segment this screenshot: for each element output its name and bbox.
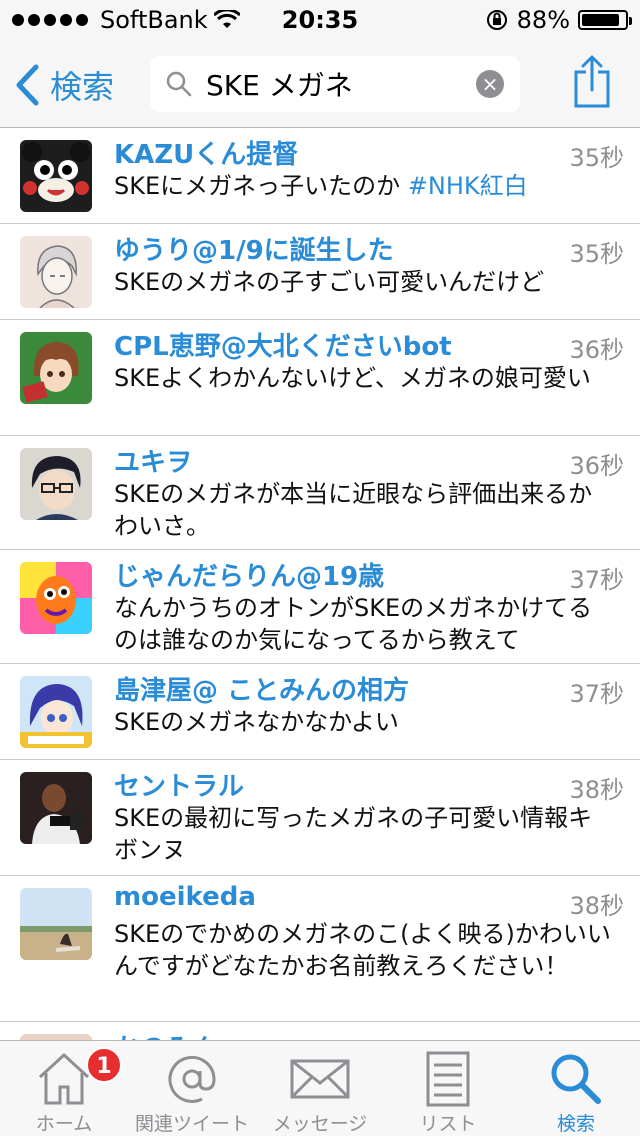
avatar[interactable] <box>20 140 92 212</box>
tweet-time: 35秒 <box>569 144 624 172</box>
envelope-icon <box>290 1059 350 1099</box>
tab-messages-label: メッセージ <box>272 1113 368 1135</box>
tab-lists[interactable]: リスト <box>384 1041 512 1137</box>
tweet-text: SKEよくわかんないけど、メガネの娘可愛い <box>114 364 591 392</box>
tab-home-label: ホーム <box>35 1113 93 1135</box>
notification-badge: 1 <box>86 1047 122 1083</box>
clear-search-button[interactable]: × <box>476 70 504 98</box>
share-button[interactable] <box>572 54 612 114</box>
tweet-list: KAZUくん提督 35秒 SKEにメガネっ子いたのか #NHK紅白 ゆうり@1/… <box>0 128 640 1106</box>
orientation-lock-icon <box>486 10 507 30</box>
avatar[interactable] <box>20 236 92 308</box>
avatar[interactable] <box>20 676 92 748</box>
tweet-author[interactable]: ゆうり@1/9に誕生した <box>114 230 394 267</box>
tweet-text: SKEの最初に写ったメガネの子可愛い情報キボンヌ <box>114 804 593 864</box>
tweet-row[interactable]: moeikeda 38秒 SKEのでかめのメガネのこ(よく映る)かわいいんですが… <box>0 876 640 1022</box>
home-icon <box>38 1052 90 1105</box>
search-icon <box>551 1054 601 1104</box>
tab-mentions[interactable]: 関連ツイート <box>128 1041 256 1137</box>
close-icon: × <box>481 72 499 96</box>
tweet-time: 38秒 <box>569 776 624 804</box>
tweet-author[interactable]: KAZUくん提督 <box>114 134 298 171</box>
tweet-row[interactable]: CPL恵野@大北くださいbot 36秒 SKEよくわかんないけど、メガネの娘可愛… <box>0 320 640 436</box>
back-button[interactable]: 検索 <box>14 62 114 108</box>
battery-percentage: 88% <box>516 6 570 34</box>
list-icon <box>426 1051 470 1107</box>
tweet-text: SKEにメガネっ子いたのか #NHK紅白 <box>114 170 614 202</box>
hashtag-link[interactable]: #NHK紅白 <box>408 172 528 200</box>
tab-home[interactable]: 1 ホーム <box>0 1041 128 1137</box>
tweet-author[interactable]: じゃんだらりん@19歳 <box>114 556 384 593</box>
search-bar: × <box>150 56 520 112</box>
at-sign-icon <box>168 1055 216 1103</box>
tweet-time: 37秒 <box>569 566 624 594</box>
tweet-text: なんかうちのオトンがSKEのメガネかけてるのは誰なのか気になってるから教えて <box>114 594 593 654</box>
avatar[interactable] <box>20 888 92 960</box>
search-input[interactable] <box>206 64 466 104</box>
navigation-bar: 検索 × <box>0 40 640 128</box>
tab-search-label: 検索 <box>556 1113 595 1135</box>
tweet-author[interactable]: 島津屋@ ことみんの相方 <box>114 670 409 707</box>
tweet-time: 35秒 <box>569 240 624 268</box>
avatar[interactable] <box>20 332 92 404</box>
back-button-label: 検索 <box>50 68 115 106</box>
avatar[interactable] <box>20 562 92 634</box>
avatar[interactable] <box>20 772 92 844</box>
tab-mentions-label: 関連ツイート <box>134 1113 249 1135</box>
tweet-text: SKEのメガネが本当に近眼なら評価出来るかわいさ。 <box>114 480 593 540</box>
tweet-author[interactable]: ユキヲ <box>114 442 192 479</box>
tweet-author[interactable]: CPL恵野@大北くださいbot <box>114 326 452 363</box>
status-bar: SoftBank 20:35 88% <box>0 0 640 40</box>
tweet-author[interactable]: セントラル <box>114 766 244 803</box>
tweet-author[interactable]: moeikeda <box>114 882 256 912</box>
tweet-row[interactable]: 島津屋@ ことみんの相方 37秒 SKEのメガネなかなかよい <box>0 664 640 760</box>
tweet-time: 36秒 <box>569 336 624 364</box>
battery-icon <box>578 10 632 30</box>
tweet-text: SKEのでかめのメガネのこ(よく映る)かわいいんですがどなたかお名前教えろくださ… <box>114 920 611 980</box>
tweet-body: SKEにメガネっ子いたのか <box>114 172 401 200</box>
tab-bar: 1 ホーム 関連ツイート メッセージ リスト 検索 <box>0 1040 640 1136</box>
tweet-time: 37秒 <box>569 680 624 708</box>
tweet-row[interactable]: ゆうり@1/9に誕生した 35秒 SKEのメガネの子すごい可愛いんだけど <box>0 224 640 320</box>
tweet-row[interactable]: ユキヲ 36秒 SKEのメガネが本当に近眼なら評価出来るかわいさ。 <box>0 436 640 550</box>
tweet-row[interactable]: KAZUくん提督 35秒 SKEにメガネっ子いたのか #NHK紅白 <box>0 128 640 224</box>
tweet-text: SKEのメガネの子すごい可愛いんだけど <box>114 268 545 296</box>
avatar[interactable] <box>20 448 92 520</box>
share-icon <box>574 55 610 108</box>
tab-lists-label: リスト <box>419 1113 477 1135</box>
tweet-row[interactable]: じゃんだらりん@19歳 37秒 なんかうちのオトンがSKEのメガネかけてるのは誰… <box>0 550 640 664</box>
tweet-text: SKEのメガネなかなかよい <box>114 708 399 736</box>
tab-search[interactable]: 検索 <box>512 1041 640 1137</box>
tab-messages[interactable]: メッセージ <box>256 1041 384 1137</box>
chevron-left-icon <box>16 64 39 106</box>
tweet-time: 36秒 <box>569 452 624 480</box>
search-icon <box>166 71 192 97</box>
tweet-row[interactable]: セントラル 38秒 SKEの最初に写ったメガネの子可愛い情報キボンヌ <box>0 760 640 876</box>
tweet-time: 38秒 <box>569 892 624 920</box>
